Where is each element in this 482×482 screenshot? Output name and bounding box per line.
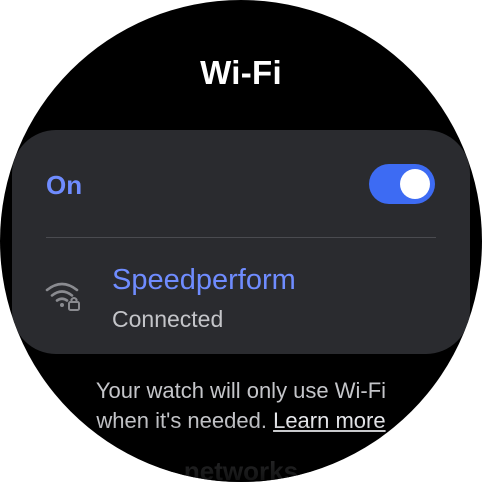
next-section-header: networks [183,456,299,482]
wifi-toggle-switch[interactable] [369,164,435,204]
watch-screen: Wi-Fi On Speedperform Connected Your wat… [0,0,482,482]
wifi-toggle-row[interactable]: On [12,130,470,238]
toggle-knob [400,169,430,199]
network-item[interactable]: Speedperform Connected [12,238,470,354]
learn-more-link[interactable]: Learn more [273,408,386,433]
info-line-2: when it's needed. Learn more [0,406,482,436]
info-line-1: Your watch will only use Wi-Fi [95,378,387,403]
wifi-card: On Speedperform Connected [12,130,470,354]
wifi-lock-icon [44,276,84,316]
network-name: Speedperform [112,264,296,296]
info-line-2-text: when it's needed. [96,408,267,433]
wifi-toggle-label: On [46,170,83,200]
page-title: Wi-Fi [200,54,282,91]
network-status: Connected [112,306,224,332]
info-text: Your watch will only use Wi-Fi when it's… [0,376,482,436]
